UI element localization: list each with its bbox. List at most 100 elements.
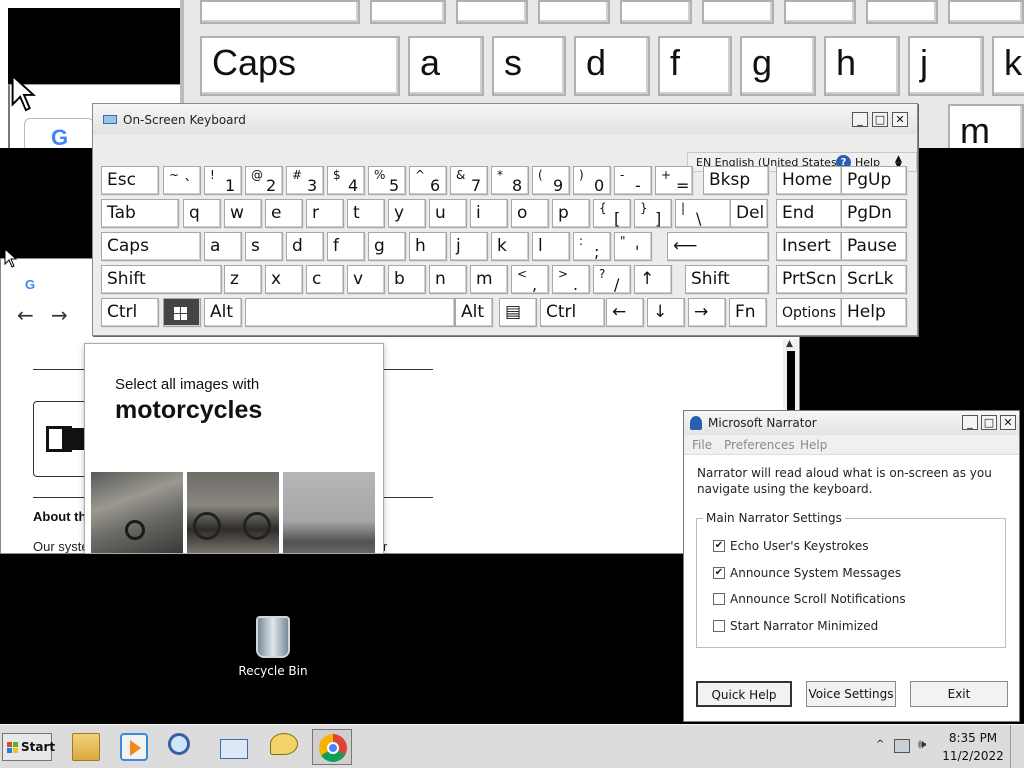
on-screen-keyboard-taskbar-button[interactable] [214,729,254,765]
key-z[interactable]: z [224,265,262,294]
key-ctrl-right[interactable]: Ctrl [540,298,605,327]
magnifier-taskbar-button[interactable] [162,729,202,765]
key-quote[interactable]: " ' [614,232,652,261]
key-pgup[interactable]: PgUp [841,166,907,195]
checkbox-box[interactable]: ✔ [713,540,725,552]
maximize-button[interactable]: □ [981,415,997,430]
key-tab[interactable]: Tab [101,199,179,228]
key-scrlk[interactable]: ScrLk [841,265,907,294]
key-v[interactable]: v [347,265,385,294]
minimize-button[interactable]: _ [852,112,868,127]
key-space[interactable] [245,298,455,327]
scroll-up-arrow-icon[interactable]: ▲ [786,339,793,349]
key-backspace[interactable]: Bksp [703,166,769,195]
captcha-image-tile[interactable] [91,472,183,553]
key-period[interactable]: >. [552,265,590,294]
menu-preferences[interactable]: Preferences [724,438,795,452]
narrator-titlebar[interactable]: Microsoft Narrator _ □ ✕ [684,411,1019,435]
key-left[interactable]: ← [606,298,644,327]
close-button[interactable]: ✕ [892,112,908,127]
key-s[interactable]: s [245,232,283,261]
recycle-bin-desktop-icon[interactable]: Recycle Bin [238,612,308,682]
browser-tab[interactable]: G [13,267,93,297]
forward-arrow-icon[interactable]: → [51,303,68,327]
key-7[interactable]: & 7 [450,166,488,195]
key-3[interactable]: #3 [286,166,324,195]
key-2[interactable]: @2 [245,166,283,195]
key-esc[interactable]: Esc [101,166,159,195]
osk-titlebar[interactable]: On-Screen Keyboard _ □ ✕ [93,104,917,134]
captcha-image-tile[interactable] [283,472,375,553]
network-icon[interactable] [894,739,910,753]
key-d[interactable]: d [286,232,324,261]
maximize-button[interactable]: □ [872,112,888,127]
voice-settings-button[interactable]: Voice Settings [806,681,896,707]
key-g[interactable]: g [368,232,406,261]
key-u[interactable]: u [429,199,467,228]
key-p[interactable]: p [552,199,590,228]
key-f[interactable]: f [327,232,365,261]
show-desktop-button[interactable] [1010,725,1024,768]
key-alt-right[interactable]: Alt [455,298,493,327]
key-up[interactable]: ↑ [634,265,672,294]
key-shift-right[interactable]: Shift [685,265,769,294]
key-insert[interactable]: Insert [776,232,842,261]
key-l[interactable]: l [532,232,570,261]
key-right[interactable]: → [688,298,726,327]
key-5[interactable]: % 5 [368,166,406,195]
key-fn[interactable]: Fn [729,298,767,327]
key-r[interactable]: r [306,199,344,228]
key-9[interactable]: (9 [532,166,570,195]
key-w[interactable]: w [224,199,262,228]
key-semicolon[interactable]: :; [573,232,611,261]
key-shift-left[interactable]: Shift [101,265,222,294]
key-a[interactable]: a [204,232,242,261]
key-tilde[interactable]: ~ ` [163,166,201,195]
key-win[interactable] [163,298,201,327]
key-y[interactable]: y [388,199,426,228]
key-menu[interactable]: ▤ [499,298,537,327]
close-button[interactable]: ✕ [1000,415,1016,430]
key-b[interactable]: b [388,265,426,294]
menu-file[interactable]: File [692,438,712,452]
checkbox-box[interactable]: ✔ [713,567,725,579]
key-end[interactable]: End [776,199,842,228]
explorer-taskbar-button[interactable] [66,729,106,765]
key-k[interactable]: k [491,232,529,261]
key-x[interactable]: x [265,265,303,294]
checkbox-box[interactable] [713,593,725,605]
key-m[interactable]: m [470,265,508,294]
key-lbracket[interactable]: {[ [593,199,631,228]
key-options[interactable]: Options [776,298,842,327]
volume-icon[interactable]: 🕪 [918,737,926,752]
chrome-taskbar-button[interactable] [312,729,352,765]
key-home[interactable]: Home [776,166,842,195]
key-8[interactable]: * 8 [491,166,529,195]
exit-button[interactable]: Exit [910,681,1008,707]
key-q[interactable]: q [183,199,221,228]
key-comma[interactable]: <, [511,265,549,294]
key-slash[interactable]: ? / [593,265,631,294]
narrator-taskbar-button[interactable] [264,729,304,765]
key-n[interactable]: n [429,265,467,294]
key-prtscn[interactable]: PrtScn [776,265,842,294]
start-button[interactable]: Start [2,733,55,761]
quick-help-button[interactable]: Quick Help [696,681,792,707]
key-0[interactable]: ) 0 [573,166,611,195]
key-pgdn[interactable]: PgDn [841,199,907,228]
key-enter[interactable]: ⟵ [667,232,769,261]
show-hidden-icons-icon[interactable]: ^ [876,739,884,750]
clock-date[interactable]: 11/2/2022 [942,749,1004,763]
key-i[interactable]: i [470,199,508,228]
key-help[interactable]: Help [841,298,907,327]
key-o[interactable]: o [511,199,549,228]
checkbox-box[interactable] [713,620,725,632]
key-down[interactable]: ↓ [647,298,685,327]
key-4[interactable]: $4 [327,166,365,195]
key-6[interactable]: ^ 6 [409,166,447,195]
key-minus[interactable]: -- [614,166,652,195]
captcha-image-tile[interactable] [187,472,279,553]
menu-help[interactable]: Help [800,438,827,452]
key-j[interactable]: j [450,232,488,261]
minimize-button[interactable]: _ [962,415,978,430]
